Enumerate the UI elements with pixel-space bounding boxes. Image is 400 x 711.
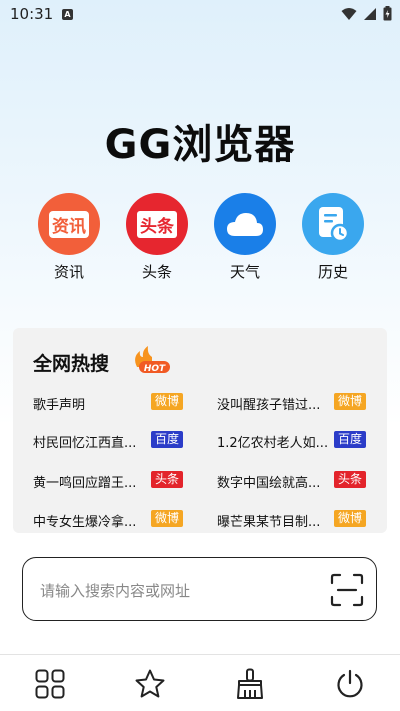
shortcut-label: 天气 (229, 263, 260, 281)
shortcut-weather[interactable]: 天气 (210, 193, 280, 282)
hot-badge: HOT (144, 364, 166, 374)
news-icon: 资讯 (38, 193, 100, 255)
star-icon (135, 669, 165, 698)
hot-item-text: 黄一鸣回应蹭王... (33, 476, 137, 491)
hot-search-title: 全网热搜 (33, 353, 110, 375)
clear-data-button[interactable] (234, 668, 266, 700)
hot-item[interactable]: 村民回忆江西直... 百度 (33, 430, 203, 451)
status-icons (341, 6, 392, 21)
hot-item-text: 歌手声明 (33, 398, 86, 413)
shortcut-news[interactable]: 资讯 资讯 (34, 193, 104, 282)
source-badge: 百度 (151, 431, 183, 448)
shortcut-history[interactable]: 历史 (298, 193, 368, 282)
signal-icon (364, 7, 376, 20)
hot-item[interactable]: 数字中国绘就高... 头条 (217, 470, 387, 491)
cloud-icon (214, 193, 276, 255)
wifi-icon (341, 7, 357, 20)
hot-item[interactable]: 没叫醒孩子错过... 微博 (217, 392, 387, 413)
hot-flame-icon: HOT (135, 346, 170, 374)
hot-item-text: 曝芒果某节目制... (217, 515, 321, 530)
source-badge: 微博 (151, 510, 183, 527)
news-icon-text: 资讯 (49, 210, 89, 238)
bottom-nav (0, 655, 400, 711)
broom-icon (237, 668, 263, 699)
status-time: 10:31 (10, 5, 54, 23)
shortcut-label: 历史 (317, 263, 348, 281)
search-placeholder: 请输入搜索内容或网址 (40, 582, 191, 600)
hot-item[interactable]: 黄一鸣回应蹭王... 头条 (33, 470, 203, 491)
hot-item[interactable]: 歌手声明 微博 (33, 392, 203, 413)
source-badge: 微博 (334, 393, 366, 410)
source-badge: 微博 (334, 510, 366, 527)
hot-item-text: 村民回忆江西直... (33, 436, 137, 451)
source-badge: 百度 (334, 431, 366, 448)
hot-search-card: 全网热搜 HOT 歌手声明 微博 没叫醒孩子错过... 微博 村民回忆江西直..… (13, 328, 387, 533)
hot-item[interactable]: 中专女生爆冷拿... 微博 (33, 509, 203, 530)
battery-icon (383, 6, 392, 21)
status-bar: 10:31 A (0, 0, 400, 28)
hot-item-text: 没叫醒孩子错过... (217, 398, 321, 413)
shortcut-label: 资讯 (53, 263, 84, 281)
favorites-button[interactable] (134, 668, 166, 700)
source-badge: 头条 (151, 471, 183, 488)
shortcut-label: 头条 (141, 263, 172, 281)
power-icon (337, 669, 363, 698)
hot-item-text: 中专女生爆冷拿... (33, 515, 137, 530)
scan-icon[interactable] (330, 573, 364, 607)
hot-item-text: 1.2亿农村老人如... (217, 436, 329, 451)
headline-icon-text: 头条 (137, 210, 177, 238)
hot-item[interactable]: 曝芒果某节目制... 微博 (217, 509, 387, 530)
shortcut-headline[interactable]: 头条 头条 (122, 193, 192, 282)
source-badge: 头条 (334, 471, 366, 488)
source-badge: 微博 (151, 393, 183, 410)
shortcut-grid: 资讯 资讯 头条 头条 天气 历史 (0, 193, 400, 288)
search-input[interactable]: 请输入搜索内容或网址 (22, 557, 377, 621)
history-icon (302, 193, 364, 255)
notification-icon: A (62, 9, 73, 20)
grid-menu-button[interactable] (34, 668, 66, 700)
hot-item-text: 数字中国绘就高... (217, 476, 321, 491)
hot-item[interactable]: 1.2亿农村老人如... 百度 (217, 430, 387, 451)
headline-icon: 头条 (126, 193, 188, 255)
app-title: GG浏览器 (104, 122, 296, 168)
grid-menu-icon (35, 669, 65, 699)
exit-button[interactable] (334, 668, 366, 700)
